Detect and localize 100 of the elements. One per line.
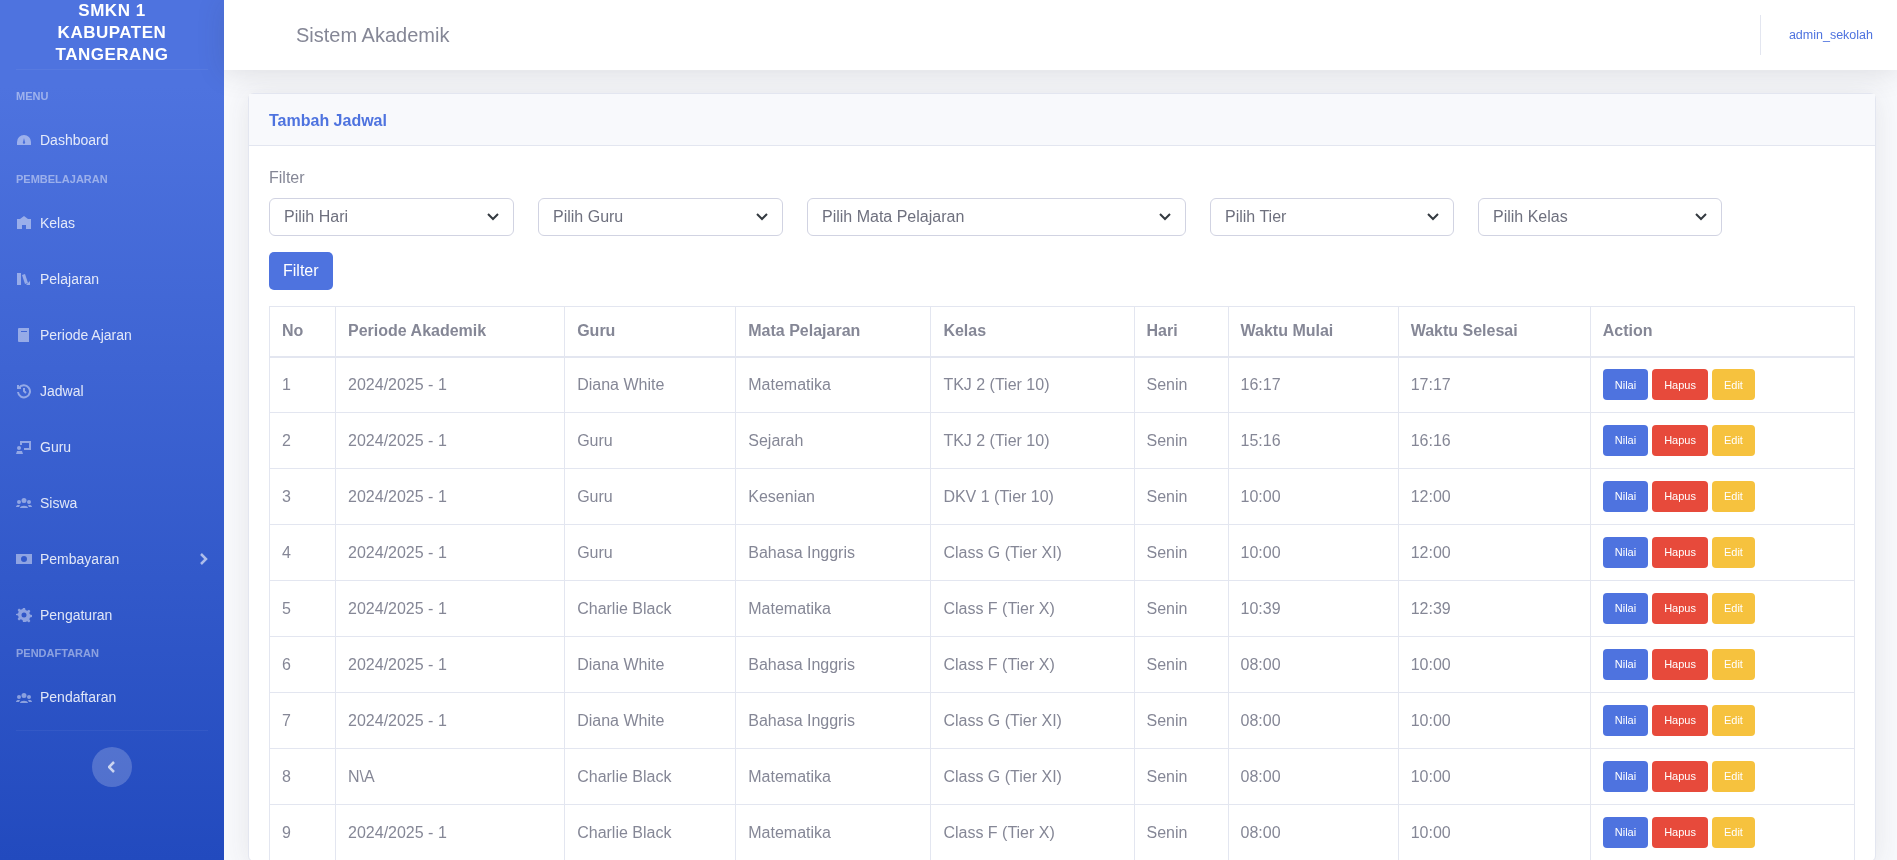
sidebar-item[interactable]: Guru (16, 419, 208, 475)
table-cell: 1 (269, 356, 336, 413)
table-cell: Matematika (735, 748, 931, 805)
filter-dropdown[interactable]: Pilih Hari (269, 198, 514, 236)
table-cell: 17:17 (1398, 356, 1591, 413)
chevron-down-icon (756, 213, 768, 221)
grade-button[interactable]: Nilai (1602, 705, 1649, 736)
table-cell: Diana White (564, 692, 736, 749)
delete-button[interactable]: Hapus (1652, 537, 1708, 568)
sidebar-item[interactable]: Dashboard (16, 112, 208, 169)
table-cell: 15:16 (1228, 412, 1399, 469)
sidebar-heading: MENU (16, 89, 50, 104)
table-cell: 12:39 (1398, 580, 1591, 637)
table-cell: Matematika (735, 356, 931, 413)
page-title: Sistem Akademik (296, 23, 450, 48)
delete-button[interactable]: Hapus (1652, 593, 1708, 624)
table-cell: 10:00 (1228, 524, 1399, 581)
table-cell: Class G (Tier XI) (930, 692, 1134, 749)
table-cell: 3 (269, 468, 336, 525)
table-cell: Bahasa Inggris (735, 524, 931, 581)
table-cell: Matematika (735, 580, 931, 637)
table-cell: 16:16 (1398, 412, 1591, 469)
table-cell: 12:00 (1398, 524, 1591, 581)
grade-button[interactable]: Nilai (1602, 593, 1649, 624)
column-header: Mata Pelajaran (735, 306, 931, 357)
delete-button[interactable]: Hapus (1652, 761, 1708, 792)
sidebar-item[interactable]: Pembayaran (16, 531, 208, 587)
table-cell: 2024/2025 - 1 (335, 468, 565, 525)
table-cell: 7 (269, 692, 336, 749)
sidebar-item[interactable]: Pelajaran (16, 251, 208, 307)
delete-button[interactable]: Hapus (1652, 817, 1708, 848)
table-cell: Guru (564, 412, 736, 469)
table-cell: 08:00 (1228, 692, 1399, 749)
chevron-down-icon (1695, 213, 1707, 221)
filter-dropdown[interactable]: Pilih Tier (1210, 198, 1454, 236)
table-cell: TKJ 2 (Tier 10) (930, 412, 1134, 469)
sidebar-toggle-button[interactable] (92, 746, 132, 787)
sidebar-item[interactable]: Siswa (16, 475, 208, 531)
delete-button[interactable]: Hapus (1652, 425, 1708, 456)
table-cell: DKV 1 (Tier 10) (930, 468, 1134, 525)
table-cell: Kesenian (735, 468, 931, 525)
grade-button[interactable]: Nilai (1602, 761, 1649, 792)
filter-button[interactable]: Filter (269, 252, 333, 290)
table-cell: 16:17 (1228, 356, 1399, 413)
chevron-down-icon (1427, 213, 1439, 221)
table-cell: 2024/2025 - 1 (335, 692, 565, 749)
grade-button[interactable]: Nilai (1602, 425, 1649, 456)
grade-button[interactable]: Nilai (1602, 537, 1649, 568)
column-header: Action (1590, 306, 1855, 357)
table-cell: Senin (1134, 692, 1229, 749)
chevron-down-icon (487, 213, 499, 221)
filter-dropdown[interactable]: Pilih Guru (538, 198, 783, 236)
filter-dropdown[interactable]: Pilih Mata Pelajaran (807, 198, 1186, 236)
filter-dropdown[interactable]: Pilih Kelas (1478, 198, 1722, 236)
delete-button[interactable]: Hapus (1652, 649, 1708, 680)
column-header: Waktu Selesai (1398, 306, 1591, 357)
grade-button[interactable]: Nilai (1602, 817, 1649, 848)
sidebar-item[interactable]: Pengaturan (16, 587, 208, 643)
table-cell: 2024/2025 - 1 (335, 636, 565, 693)
table-cell: Diana White (564, 356, 736, 413)
sidebar-brand[interactable]: SMKN 1 KABUPATEN TANGERANG (16, 0, 208, 69)
table-cell: Guru (564, 468, 736, 525)
table-cell: TKJ 2 (Tier 10) (930, 356, 1134, 413)
delete-button[interactable]: Hapus (1652, 369, 1708, 401)
gear-icon (16, 607, 32, 623)
sidebar-item[interactable]: Kelas (16, 195, 208, 251)
table-cell: 12:00 (1398, 468, 1591, 525)
table-cell: 8 (269, 748, 336, 805)
grade-button[interactable]: Nilai (1602, 481, 1649, 512)
table-cell: Class F (Tier X) (930, 636, 1134, 693)
column-header: Periode Akademik (335, 306, 565, 357)
table-cell: 9 (269, 804, 336, 860)
grade-button[interactable]: Nilai (1602, 649, 1649, 680)
delete-button[interactable]: Hapus (1652, 705, 1708, 736)
table-cell: 2024/2025 - 1 (335, 524, 565, 581)
user-link[interactable]: admin_sekolah (1788, 25, 1873, 45)
table-cell: 10:00 (1228, 468, 1399, 525)
sidebar-item[interactable]: Pendaftaran (16, 669, 208, 726)
table-cell: Guru (564, 524, 736, 581)
table-cell: Sejarah (735, 412, 931, 469)
table-cell: 2024/2025 - 1 (335, 356, 565, 413)
table-cell: 2024/2025 - 1 (335, 580, 565, 637)
table-cell: Class G (Tier XI) (930, 524, 1134, 581)
table-cell: Senin (1134, 356, 1229, 413)
table-cell: Senin (1134, 524, 1229, 581)
table-cell: 08:00 (1228, 636, 1399, 693)
table-cell: Senin (1134, 636, 1229, 693)
table-cell: 5 (269, 580, 336, 637)
chevron-left-icon (108, 760, 116, 773)
table-cell: Senin (1134, 580, 1229, 637)
table-cell: Senin (1134, 468, 1229, 525)
table-cell: Bahasa Inggris (735, 692, 931, 749)
teacher-board-icon (16, 439, 32, 455)
grade-button[interactable]: Nilai (1602, 369, 1649, 401)
sidebar-heading: PENDAFTARAN (16, 646, 100, 661)
table-cell: Charlie Black (564, 580, 736, 637)
sidebar-heading: PEMBELAJARAN (16, 171, 109, 187)
sidebar-item[interactable]: Periode Ajaran (16, 307, 208, 363)
sidebar-item[interactable]: Jadwal (16, 363, 208, 419)
delete-button[interactable]: Hapus (1652, 481, 1708, 512)
